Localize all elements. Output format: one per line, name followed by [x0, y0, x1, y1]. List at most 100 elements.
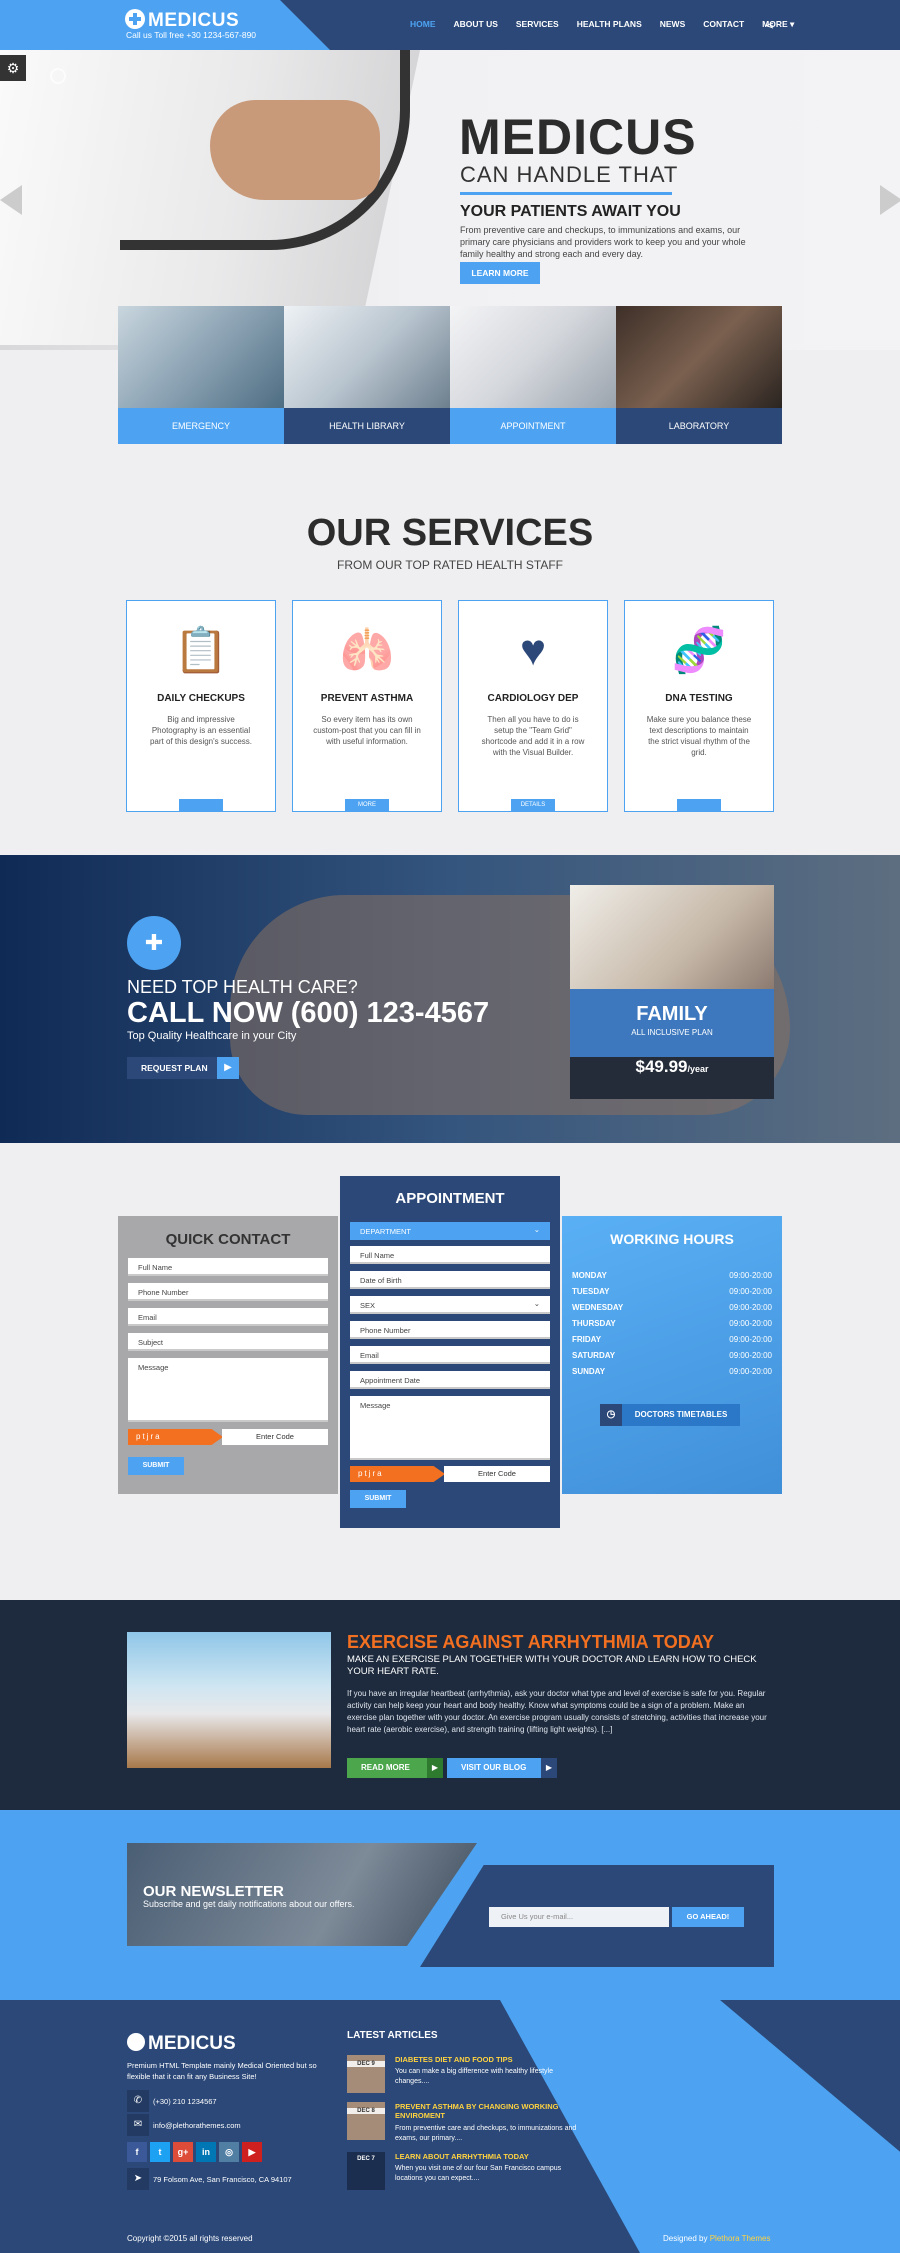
hours-row: SATURDAY 09:00-20:00	[572, 1351, 772, 1360]
department-select-label: DEPARTMENT	[360, 1227, 411, 1236]
hero-heading: YOUR PATIENTS AWAIT YOU	[460, 203, 681, 220]
hours-day: TUESDAY	[572, 1287, 610, 1296]
ap-captcha-input[interactable]: Enter Code	[444, 1466, 550, 1482]
google-plus-icon[interactable]: g+	[173, 2142, 193, 2162]
article-date: DEC 7	[357, 2156, 375, 2162]
qc-email-field[interactable]: Email	[128, 1308, 328, 1326]
nav-contact[interactable]: CONTACT	[703, 19, 744, 30]
location-icon: ➤	[127, 2168, 149, 2190]
visit-blog-button[interactable]: VISIT OUR BLOG	[447, 1758, 541, 1778]
learn-more-button[interactable]: LEARN MORE	[460, 262, 540, 284]
article-item[interactable]: DEC 9 DIABETES DIET AND FOOD TIPS You ca…	[347, 2055, 587, 2095]
cross-logo-icon	[127, 2033, 145, 2051]
qc-message-field[interactable]: Message	[128, 1358, 328, 1422]
twitter-icon[interactable]: t	[150, 2142, 170, 2162]
service-more-button[interactable]: MORE	[345, 799, 389, 811]
footer-logo-text: MEDICUS	[148, 2033, 236, 2054]
qc-full-name-field[interactable]: Full Name	[128, 1258, 328, 1276]
qc-phone-field[interactable]: Phone Number	[128, 1283, 328, 1301]
hours-time: 09:00-20:00	[729, 1335, 772, 1344]
read-more-button[interactable]: READ MORE	[347, 1758, 427, 1778]
qc-subject-field[interactable]: Subject	[128, 1333, 328, 1351]
article-item[interactable]: DEC 7 LEARN ABOUT ARRHYTHMIA TODAY When …	[347, 2152, 587, 2192]
department-select[interactable]: DEPARTMENT ⌄	[350, 1222, 550, 1240]
hours-time: 09:00-20:00	[729, 1319, 772, 1328]
youtube-icon[interactable]: ▶	[242, 2142, 262, 2162]
family-plan-box[interactable]: FAMILY ALL INCLUSIVE PLAN	[570, 989, 774, 1057]
feature-emergency[interactable]: EMERGENCY	[118, 306, 284, 444]
feature-laboratory[interactable]: LABORATORY	[616, 306, 782, 444]
logo[interactable]: MEDICUS	[125, 9, 239, 32]
nav-news[interactable]: NEWS	[660, 19, 686, 30]
gear-icon[interactable]: ⚙	[0, 55, 26, 81]
newsletter-submit-button[interactable]: GO AHEAD!	[672, 1907, 744, 1927]
article-title[interactable]: PREVENT ASTHMA BY CHANGING WORKING ENVIR…	[395, 2102, 580, 2120]
article-title[interactable]: LEARN ABOUT ARRHYTHMIA TODAY	[395, 2152, 580, 2161]
hours-row: THURSDAY 09:00-20:00	[572, 1319, 772, 1328]
plan-title: FAMILY	[636, 1003, 708, 1025]
chevron-right-icon[interactable]: ▶	[217, 1057, 239, 1079]
service-details-button[interactable]: DETAILS	[511, 799, 555, 811]
ap-phone-field[interactable]: Phone Number	[350, 1321, 550, 1339]
ap-full-name-field[interactable]: Full Name	[350, 1246, 550, 1264]
ap-sex-select[interactable]: SEX ⌄	[350, 1296, 550, 1314]
service-card: 🫁 PREVENT ASTHMA So every item has its o…	[292, 600, 442, 812]
feature-label: APPOINTMENT	[450, 408, 616, 444]
ap-date-field[interactable]: Appointment Date	[350, 1371, 550, 1389]
service-title: DAILY CHECKUPS	[157, 693, 245, 704]
hours-time: 09:00-20:00	[729, 1351, 772, 1360]
service-text: Then all you have to do is setup the "Te…	[481, 715, 585, 757]
service-text: Big and impressive Photography is an ess…	[149, 715, 253, 746]
hours-row: WEDNESDAY 09:00-20:00	[572, 1303, 772, 1312]
article-title[interactable]: DIABETES DIET AND FOOD TIPS	[395, 2055, 580, 2064]
nav-home[interactable]: HOME	[410, 19, 436, 30]
plan-price: $49.99/year	[570, 1057, 774, 1099]
ap-message-field[interactable]: Message	[350, 1396, 550, 1460]
service-button[interactable]	[677, 799, 721, 811]
nav-health-plans[interactable]: HEALTH PLANS	[577, 19, 642, 30]
footer-phone[interactable]: (+30) 210 1234567	[153, 2097, 217, 2106]
service-card: ♥ CARDIOLOGY DEP Then all you have to do…	[458, 600, 608, 812]
article-item[interactable]: DEC 8 PREVENT ASTHMA BY CHANGING WORKING…	[347, 2102, 587, 2142]
service-text: Make sure you balance these text descrip…	[646, 715, 752, 757]
article-text: From preventive care and checkups, to im…	[395, 2125, 577, 2142]
service-title: CARDIOLOGY DEP	[487, 693, 579, 704]
feature-appointment[interactable]: APPOINTMENT	[450, 306, 616, 444]
newsletter-email-input[interactable]: Give Us your e-mail...	[489, 1907, 669, 1927]
plan-subtitle: ALL INCLUSIVE PLAN	[631, 1028, 713, 1037]
lungs-icon: 🫁	[339, 626, 395, 675]
ap-submit-button[interactable]: SUBMIT	[350, 1490, 406, 1508]
instagram-icon[interactable]: ◎	[219, 2142, 239, 2162]
captcha-image: ptjra	[128, 1429, 223, 1445]
designed-by-link[interactable]: Plethora Themes	[710, 2234, 771, 2243]
nav-services[interactable]: SERVICES	[516, 19, 559, 30]
clock-icon: ◷	[600, 1404, 622, 1426]
ap-email-field[interactable]: Email	[350, 1346, 550, 1364]
call-line-1: NEED TOP HEALTH CARE?	[127, 977, 358, 997]
chevron-right-icon[interactable]: ▶	[541, 1758, 557, 1778]
email-icon: ✉	[127, 2114, 149, 2136]
feature-health-library[interactable]: HEALTH LIBRARY	[284, 306, 450, 444]
facebook-icon[interactable]: f	[127, 2142, 147, 2162]
hero-paragraph: From preventive care and checkups, to im…	[460, 225, 746, 259]
feature-health-library-image	[284, 306, 450, 408]
service-button[interactable]	[179, 799, 223, 811]
latest-articles-title: LATEST ARTICLES	[347, 2030, 438, 2041]
qc-submit-button[interactable]: SUBMIT	[128, 1457, 184, 1475]
ap-dob-field[interactable]: Date of Birth	[350, 1271, 550, 1289]
footer-email[interactable]: info@plethorathemes.com	[153, 2121, 241, 2130]
slider-circle-icon[interactable]	[50, 68, 66, 84]
nav-about-us[interactable]: ABOUT US	[454, 19, 498, 30]
newsletter-desc: Subscribe and get daily notifications ab…	[143, 1899, 355, 1909]
footer-address: 79 Folsom Ave, San Francisco, CA 94107	[153, 2175, 292, 2184]
qc-captcha-input[interactable]: Enter Code	[222, 1429, 328, 1445]
share-icon[interactable]: ⋖	[765, 19, 774, 32]
working-hours-panel: WORKING HOURS MONDAY 09:00-20:00 TUESDAY 0…	[562, 1216, 782, 1494]
linkedin-icon[interactable]: in	[196, 2142, 216, 2162]
footer-logo[interactable]: MEDICUS	[127, 2033, 236, 2055]
services-subtitle: FROM OUR TOP RATED HEALTH STAFF	[336, 558, 564, 572]
service-title: DNA TESTING	[665, 693, 733, 704]
feature-laboratory-image	[616, 306, 782, 408]
chevron-right-icon[interactable]: ▶	[427, 1758, 443, 1778]
doctors-timetables-button[interactable]: ◷ DOCTORS TIMETABLES	[600, 1404, 740, 1426]
